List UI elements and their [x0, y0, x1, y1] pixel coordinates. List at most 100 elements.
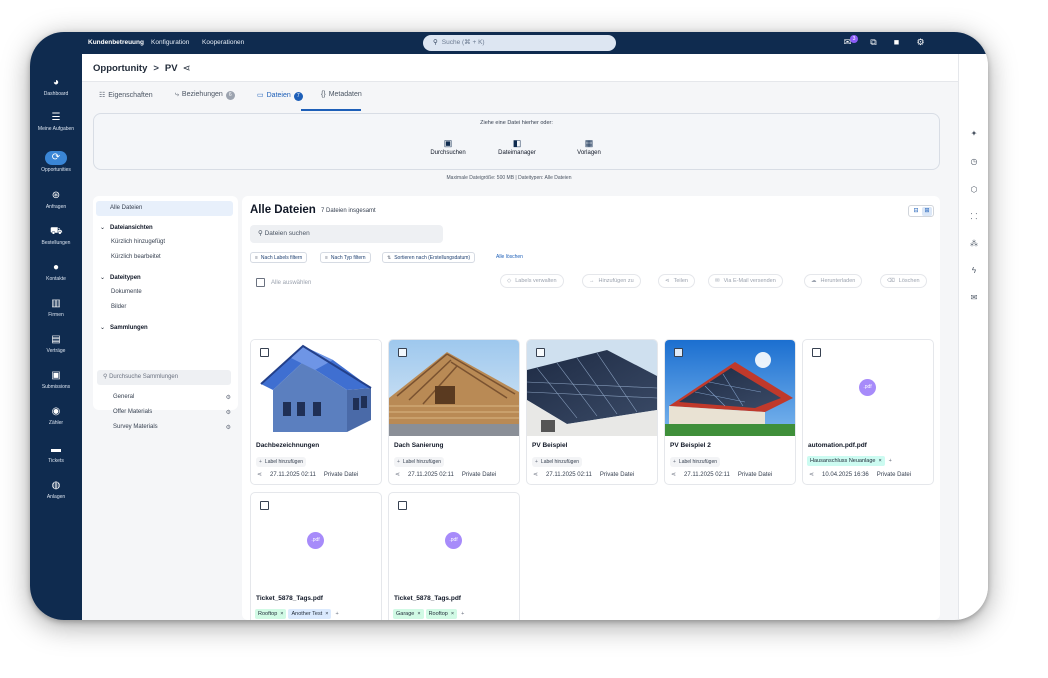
file-card[interactable]: PV Beispiel + Label hinzufügen ⋖ 27.11.2025 …	[526, 339, 658, 485]
tag-chip[interactable]: Rooftop ×	[425, 609, 458, 619]
grid-view-icon[interactable]: ⊞	[922, 207, 932, 216]
leftnav-item-kontakte[interactable]: ● Kontakte	[30, 262, 82, 282]
breadcrumb-root[interactable]: Opportunity	[93, 63, 147, 74]
image-thumbnail[interactable]	[389, 340, 519, 436]
image-thumbnail[interactable]	[527, 340, 657, 436]
checkbox[interactable]	[256, 278, 265, 287]
category-all-files[interactable]: Alle Dateien	[96, 201, 233, 216]
add-tag-icon[interactable]: +	[889, 458, 892, 464]
download-button[interactable]: ☁ Herunterladen	[804, 274, 863, 288]
pdf-thumbnail[interactable]: .pdf	[251, 493, 381, 589]
file-select-checkbox[interactable]	[260, 501, 269, 510]
leftnav-item-anfragen[interactable]: ⊛ Anfragen	[30, 190, 82, 210]
upload-dropzone[interactable]: Ziehe eine Datei hierher oder: ▣ Durchsuc…	[93, 113, 940, 170]
remove-tag-icon[interactable]: ×	[878, 458, 881, 464]
leftnav-item-dashboard[interactable]: ◕ Dashboard	[30, 77, 82, 97]
share-icon[interactable]: ⋖	[395, 472, 400, 478]
file-name[interactable]: automation.pdf.pdf	[808, 442, 867, 449]
list-view-icon[interactable]: ⊟	[911, 207, 921, 216]
top-link-kooperationen[interactable]: Kooperationen	[202, 39, 244, 46]
file-select-checkbox[interactable]	[812, 348, 821, 357]
tab-dateien[interactable]: ▭ Dateien 7	[257, 91, 303, 101]
leftnav-item-meine-aufgaben[interactable]: ☰ Meine Aufgaben	[30, 112, 82, 132]
remove-tag-icon[interactable]: ×	[325, 611, 328, 617]
tab-metadaten[interactable]: {} Metadaten	[321, 91, 362, 98]
add-label-button[interactable]: + Label hinzufügen	[532, 457, 583, 467]
filter-by-type-button[interactable]: ≡ Nach Typ filtern	[320, 252, 371, 263]
file-card[interactable]: .pdf Ticket_5878_Tags.pdf Rooftop × Another …	[250, 492, 382, 620]
ai-sparkle-icon[interactable]: ✦	[968, 128, 980, 140]
file-search-input[interactable]: ⚲ Dateien suchen	[250, 225, 443, 243]
remove-tag-icon[interactable]: ×	[280, 611, 283, 617]
top-link-kundenbetreuung[interactable]: Kundenbetreuung	[88, 39, 144, 46]
section-collections[interactable]: ⌄ Sammlungen	[100, 324, 148, 331]
image-thumbnail[interactable]	[665, 340, 795, 436]
share-icon[interactable]: ⋖	[183, 63, 191, 74]
type-documents[interactable]: Dokumente	[97, 285, 234, 300]
leftnav-item-anlagen[interactable]: ◍ Anlagen	[30, 480, 82, 500]
file-select-checkbox[interactable]	[398, 348, 407, 357]
sort-button[interactable]: ⇅ Sortieren nach (Erstellungsdatum)	[382, 252, 476, 263]
add-tag-icon[interactable]: +	[335, 611, 338, 617]
file-select-checkbox[interactable]	[398, 501, 407, 510]
leftnav-item-zähler[interactable]: ◉ Zähler	[30, 406, 82, 426]
tag-icon[interactable]: ⬡	[968, 184, 980, 196]
add-tag-icon[interactable]: +	[461, 611, 464, 617]
share-icon[interactable]: ⋖	[809, 472, 814, 478]
folder-icon[interactable]: ■	[891, 37, 902, 48]
tag-chip[interactable]: Garage ×	[393, 609, 424, 619]
workflow-icon[interactable]: ⸬	[968, 211, 980, 223]
browse-button[interactable]: ▣ Durchsuchen	[423, 138, 473, 156]
file-select-checkbox[interactable]	[674, 348, 683, 357]
file-name[interactable]: PV Beispiel	[532, 442, 567, 449]
image-thumbnail[interactable]	[251, 340, 381, 436]
section-views[interactable]: ⌄ Dateiansichten	[100, 224, 153, 231]
clear-filters-link[interactable]: Alle löschen	[496, 254, 523, 260]
file-card[interactable]: .pdf Ticket_5878_Tags.pdf Garage × Rooftop × +…	[388, 492, 520, 620]
manage-labels-button[interactable]: ◇ Labels verwalten	[500, 274, 564, 288]
leftnav-item-firmen[interactable]: ▥ Firmen	[30, 298, 82, 318]
tab-eigenschaften[interactable]: ☷ Eigenschaften	[99, 91, 153, 99]
file-select-checkbox[interactable]	[536, 348, 545, 357]
leftnav-item-opportunities[interactable]: ⟳ Opportunities	[30, 151, 82, 173]
email-icon[interactable]: ✉	[968, 292, 980, 304]
gear-icon[interactable]: ⚙	[226, 409, 231, 416]
leftnav-item-tickets[interactable]: ▬ Tickets	[30, 444, 82, 464]
collections-search-input[interactable]: ⚲ Durchsuche Sammlungen	[97, 370, 231, 385]
share-icon[interactable]: ⋖	[257, 472, 262, 478]
file-select-checkbox[interactable]	[260, 348, 269, 357]
settings-gear-icon[interactable]: ⚙	[915, 37, 926, 48]
type-images[interactable]: Bilder	[97, 300, 234, 315]
leftnav-item-bestellungen[interactable]: ⛟ Bestellungen	[30, 226, 82, 246]
templates-button[interactable]: ▦ Vorlagen	[564, 138, 614, 156]
email-send-button[interactable]: ✉ Via E-Mail versenden	[708, 274, 783, 288]
global-search-input[interactable]: ⚲ Suche (⌘ + K)	[423, 35, 616, 51]
file-name[interactable]: Dach Sanierung	[394, 442, 443, 449]
file-card[interactable]: Dach Sanierung + Label hinzufügen ⋖ 27.11.20…	[388, 339, 520, 485]
top-link-konfiguration[interactable]: Konfiguration	[151, 39, 189, 46]
file-name[interactable]: PV Beispiel 2	[670, 442, 711, 449]
file-card[interactable]: .pdf automation.pdf.pdf Hausanschluss Neua…	[802, 339, 934, 485]
add-to-button[interactable]: → Hinzufügen zu	[582, 274, 641, 288]
tag-chip[interactable]: Another Test ×	[288, 609, 332, 619]
add-label-button[interactable]: + Label hinzufügen	[256, 457, 307, 467]
collection-general[interactable]: General ⚙	[113, 394, 231, 401]
add-label-button[interactable]: + Label hinzufügen	[670, 457, 721, 467]
file-name[interactable]: Ticket_5878_Tags.pdf	[394, 595, 461, 602]
tag-chip[interactable]: Hausanschluss Neuanlage ×	[807, 456, 885, 466]
file-name[interactable]: Ticket_5878_Tags.pdf	[256, 595, 323, 602]
remove-tag-icon[interactable]: ×	[417, 611, 420, 617]
file-card[interactable]: Dachbezeichnungen + Label hinzufügen ⋖ 27.11…	[250, 339, 382, 485]
apps-icon[interactable]: ⧉	[868, 37, 879, 48]
leftnav-item-verträge[interactable]: ▤ Verträge	[30, 334, 82, 354]
gear-icon[interactable]: ⚙	[226, 424, 231, 431]
network-icon[interactable]: ⁂	[968, 238, 980, 250]
filter-by-label-button[interactable]: ≡ Nach Labels filtern	[250, 252, 308, 263]
share-icon[interactable]: ⋖	[533, 472, 538, 478]
select-all-checkbox[interactable]: Alle auswählen	[256, 278, 311, 287]
lightning-icon[interactable]: ϟ	[968, 265, 980, 277]
file-card[interactable]: PV Beispiel 2 + Label hinzufügen ⋖ 27.11.202…	[664, 339, 796, 485]
view-recently-added[interactable]: Kürzlich hinzugefügt	[97, 235, 234, 250]
file-name[interactable]: Dachbezeichnungen	[256, 442, 319, 449]
history-icon[interactable]: ◷	[968, 156, 980, 168]
